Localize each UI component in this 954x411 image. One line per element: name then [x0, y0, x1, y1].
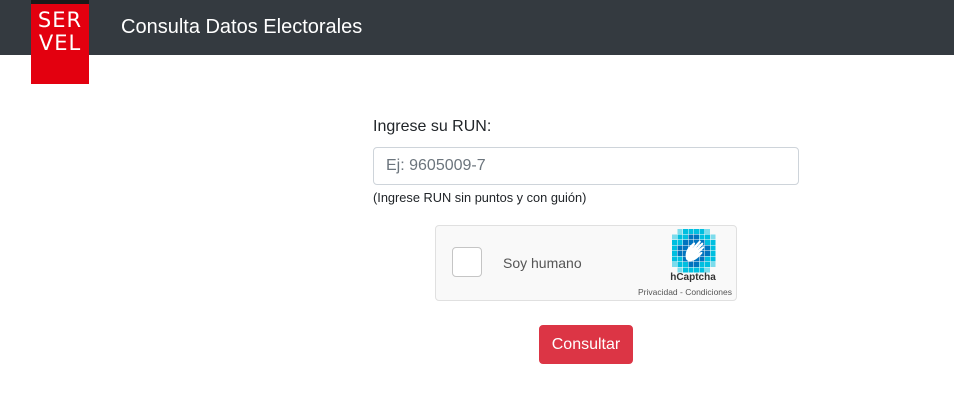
terms-link[interactable]: Condiciones — [685, 287, 732, 297]
hcaptcha-brand: hCaptcha — [670, 272, 716, 283]
privacy-link[interactable]: Privacidad — [638, 287, 678, 297]
run-form: Ingrese su RUN: (Ingrese RUN sin puntos … — [373, 117, 799, 206]
hcaptcha-links: Privacidad - Condiciones — [606, 287, 732, 297]
hcaptcha-logo-icon — [672, 229, 716, 273]
top-navbar: Consulta Datos Electorales — [0, 0, 954, 55]
hcaptcha-widget: Soy humano hCaptcha Privacidad - Condici… — [435, 225, 737, 301]
run-input[interactable] — [373, 147, 799, 185]
captcha-checkbox[interactable] — [452, 247, 482, 277]
servel-logo[interactable]: SER VEL — [31, 0, 89, 84]
captcha-label: Soy humano — [503, 255, 582, 271]
logo-text-bottom: VEL — [38, 31, 82, 55]
run-help-text: (Ingrese RUN sin puntos y con guión) — [373, 190, 587, 205]
logo-text-top: SER — [37, 8, 83, 32]
run-label: Ingrese su RUN: — [373, 118, 492, 135]
consultar-button[interactable]: Consultar — [539, 325, 633, 364]
page-title: Consulta Datos Electorales — [121, 16, 363, 38]
